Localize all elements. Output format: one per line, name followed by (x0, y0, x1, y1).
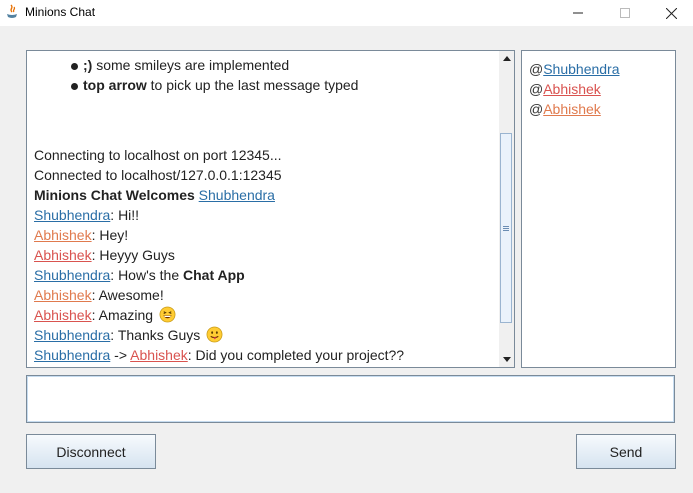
message-line: Abhishek: Heyyy Guys (34, 247, 175, 263)
chat-transcript[interactable]: ;) some smileys are implemented top arro… (26, 50, 515, 368)
tip-line: ;) some smileys are implemented (83, 57, 290, 73)
user-link[interactable]: Abhishek (34, 307, 92, 323)
message-line: Abhishek: Hey! (34, 227, 129, 243)
user-link[interactable]: Shubhendra (34, 207, 110, 223)
user-link[interactable]: Abhishek (34, 247, 92, 263)
user-link[interactable]: Abhishek (34, 287, 92, 303)
welcome-line: Minions Chat Welcomes Shubhendra (34, 187, 275, 203)
window-title: Minions Chat (25, 5, 96, 19)
status-line: Connected to localhost/127.0.0.1:12345 (34, 167, 282, 183)
user-link[interactable]: Abhishek (34, 227, 92, 243)
user-link[interactable]: Shubhendra (34, 347, 110, 363)
user-link[interactable]: Shubhendra (199, 187, 275, 203)
user-link[interactable]: Shubhendra (34, 267, 110, 283)
maximize-icon (620, 8, 630, 18)
chat-scrollbar[interactable] (499, 51, 514, 367)
minimize-button[interactable] (555, 0, 601, 26)
user-list-item[interactable]: @Shubhendra (529, 60, 620, 78)
bullet-icon (71, 63, 78, 70)
java-icon (7, 4, 17, 18)
message-line: Abhishek: Awesome! (34, 287, 164, 303)
scroll-up-button[interactable] (499, 51, 514, 66)
send-button[interactable]: Send (576, 434, 676, 469)
message-line: Abhishek: Amazing (34, 306, 176, 324)
message-line: Shubhendra: Thanks Guys (34, 326, 223, 344)
users-list[interactable]: @Shubhendra @Abhishek @Abhishek (521, 50, 676, 368)
status-line: Connecting to localhost on port 12345... (34, 147, 282, 163)
message-line: Shubhendra -> Abhishek: Did you complete… (34, 347, 405, 363)
message-line: Shubhendra: Hi!! (34, 207, 140, 223)
grinning-face-icon (159, 306, 176, 323)
scrollbar-thumb[interactable] (500, 133, 512, 323)
grip-icon (503, 225, 509, 232)
close-button[interactable] (648, 0, 693, 26)
maximize-button[interactable] (602, 0, 648, 26)
user-link[interactable]: Shubhendra (34, 327, 110, 343)
minimize-icon (573, 12, 583, 14)
message-line: Shubhendra: How's the Chat App (34, 267, 245, 283)
arrow-down-icon (502, 357, 511, 362)
scroll-down-button[interactable] (499, 352, 514, 367)
user-list-item[interactable]: @Abhishek (529, 100, 601, 118)
tip-line: top arrow to pick up the last message ty… (83, 77, 359, 93)
tongue-face-icon (206, 326, 223, 343)
user-link[interactable]: Abhishek (130, 347, 188, 363)
disconnect-button[interactable]: Disconnect (26, 434, 156, 469)
close-icon (665, 7, 677, 19)
arrow-up-icon (502, 56, 511, 61)
user-list-item[interactable]: @Abhishek (529, 80, 601, 98)
bullet-icon (71, 83, 78, 90)
title-bar: Minions Chat (0, 0, 693, 26)
message-input[interactable] (26, 375, 675, 423)
